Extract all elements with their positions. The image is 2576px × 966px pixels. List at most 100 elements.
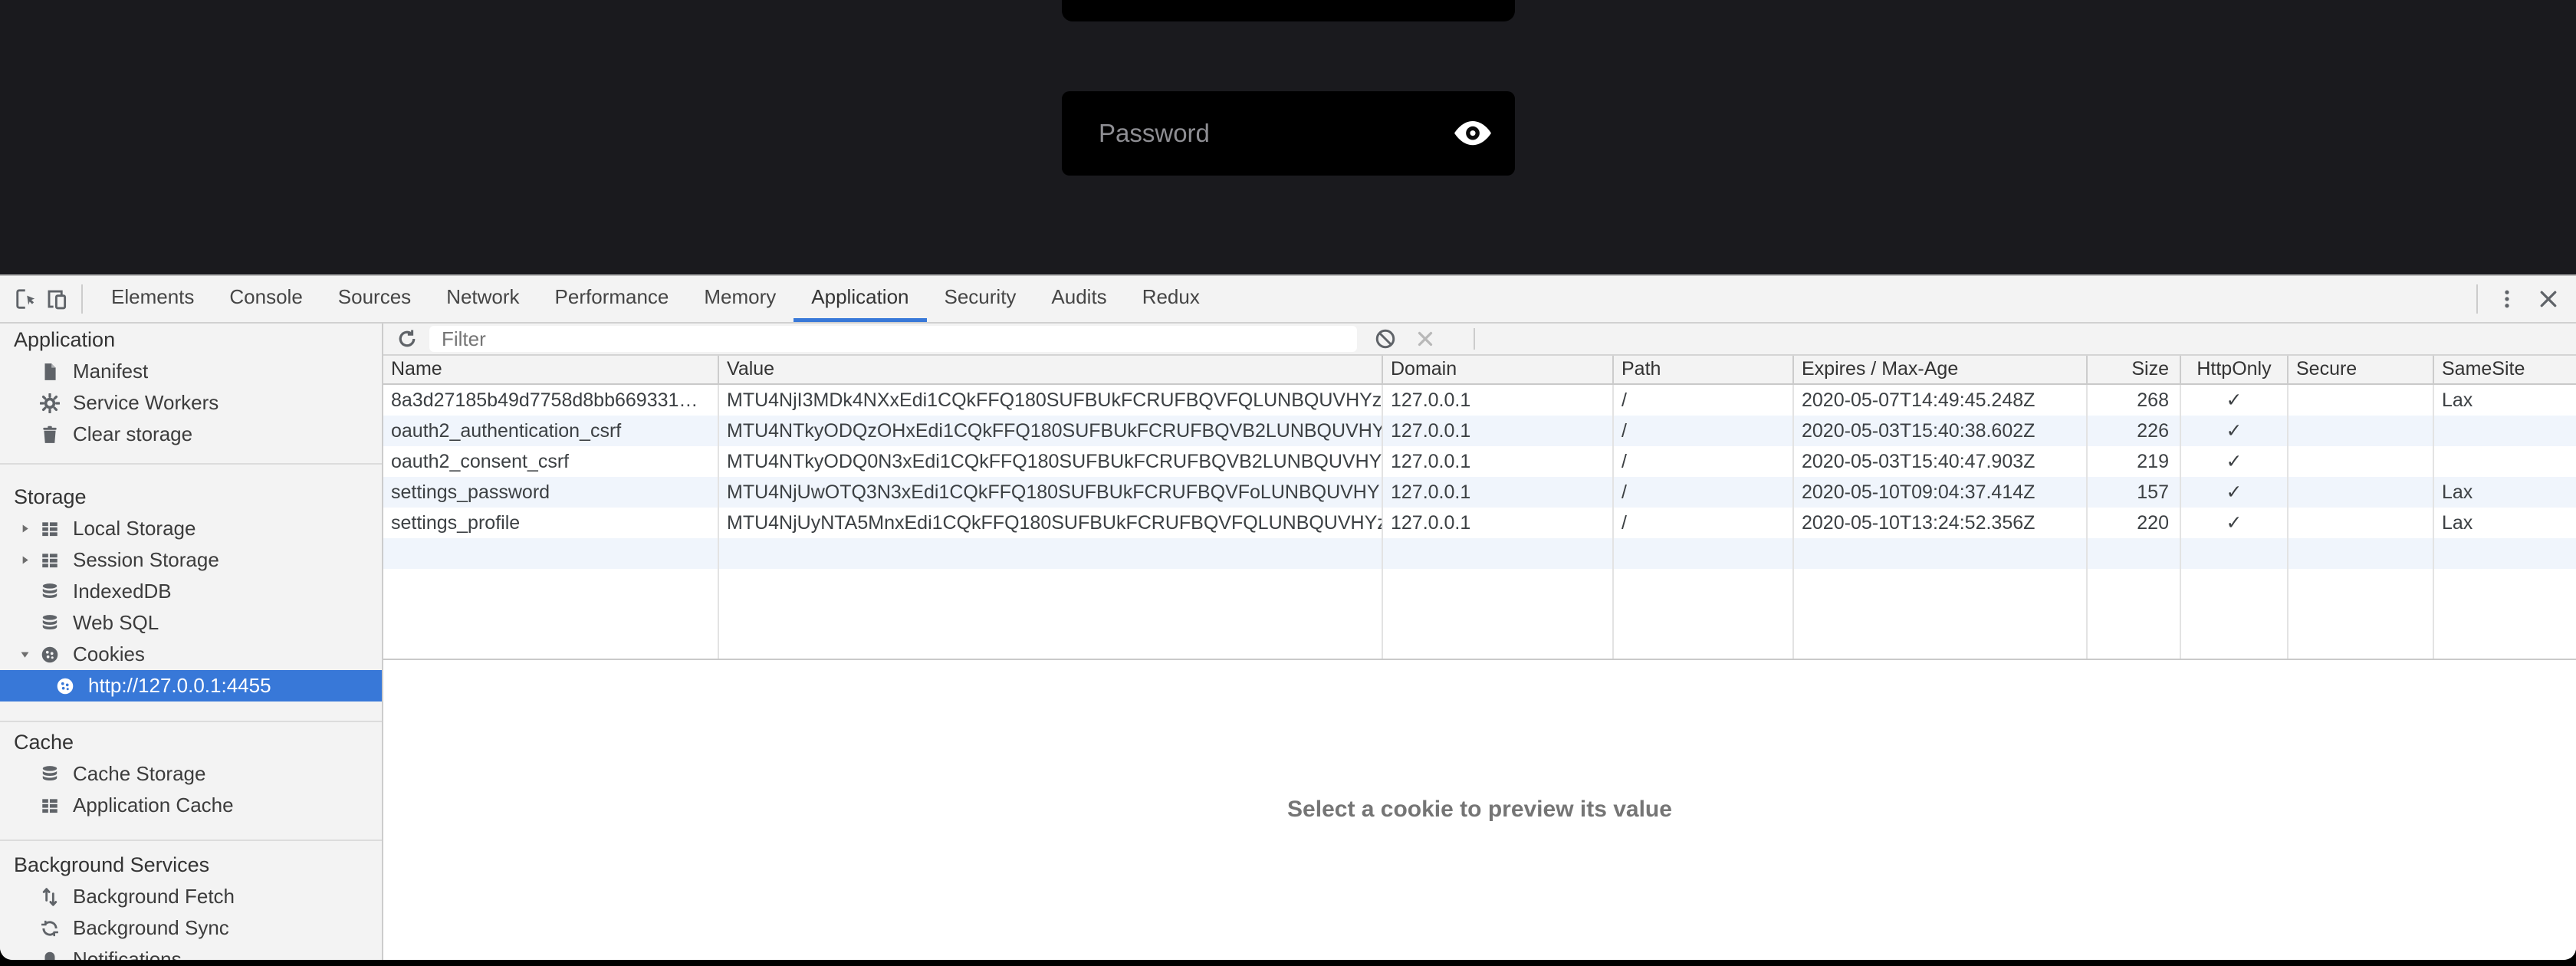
cell-httponly[interactable]: ✓ xyxy=(2181,416,2288,446)
cell-httponly[interactable]: ✓ xyxy=(2181,477,2288,508)
password-field[interactable]: Password xyxy=(1062,91,1515,176)
cell-secure[interactable] xyxy=(2288,446,2434,477)
cell-value[interactable]: MTU4NjUyNTA5MnxEdi1CQkFFQ180SUFBUkFCRUFB… xyxy=(719,508,1383,538)
sidebar-item-background-sync[interactable]: Background Sync xyxy=(0,912,382,944)
cell-name[interactable]: settings_password xyxy=(383,477,719,508)
cell-domain[interactable]: 127.0.0.1 xyxy=(1383,416,1614,446)
sidebar-item-cookies[interactable]: Cookies xyxy=(0,639,382,670)
login-field-cutoff[interactable] xyxy=(1062,0,1515,21)
cell-samesite[interactable]: Lax xyxy=(2434,477,2576,508)
sidebar-item-label: Background Sync xyxy=(73,916,229,940)
tab-network[interactable]: Network xyxy=(429,276,537,322)
tab-sources[interactable]: Sources xyxy=(320,276,429,322)
cell-path[interactable]: / xyxy=(1614,477,1794,508)
tab-application[interactable]: Application xyxy=(794,276,926,322)
cell-samesite[interactable] xyxy=(2434,446,2576,477)
cell-value[interactable]: MTU4NjI3MDk4NXxEdi1CQkFFQ180SUFBUkFCRUFB… xyxy=(719,385,1383,416)
sync-icon xyxy=(40,918,63,938)
cell-value[interactable]: MTU4NTkyODQ0N3xEdi1CQkFFQ180SUFBUkFCRUFB… xyxy=(719,446,1383,477)
tab-performance[interactable]: Performance xyxy=(537,276,687,322)
column-header-expires-max-age[interactable]: Expires / Max-Age xyxy=(1794,356,2088,385)
cell-expires[interactable]: 2020-05-03T15:40:47.903Z xyxy=(1794,446,2088,477)
cell-expires[interactable]: 2020-05-10T09:04:37.414Z xyxy=(1794,477,2088,508)
cell-path[interactable]: / xyxy=(1614,416,1794,446)
cell-value[interactable]: MTU4NTkyODQzOHxEdi1CQkFFQ180SUFBUkFCRUFB… xyxy=(719,416,1383,446)
column-header-value[interactable]: Value xyxy=(719,356,1383,385)
cell-secure[interactable] xyxy=(2288,385,2434,416)
cell-size[interactable]: 157 xyxy=(2088,477,2181,508)
cell-secure[interactable] xyxy=(2288,477,2434,508)
cell-domain[interactable]: 127.0.0.1 xyxy=(1383,477,1614,508)
tab-memory[interactable]: Memory xyxy=(686,276,794,322)
tab-security[interactable]: Security xyxy=(927,276,1034,322)
cell-name[interactable]: oauth2_consent_csrf xyxy=(383,446,719,477)
column-header-secure[interactable]: Secure xyxy=(2288,356,2434,385)
cell-samesite[interactable]: Lax xyxy=(2434,508,2576,538)
preview-hint: Select a cookie to preview its value xyxy=(1287,797,1672,958)
close-devtools-icon[interactable] xyxy=(2533,284,2564,314)
sidebar-item-session-storage[interactable]: Session Storage xyxy=(0,544,382,576)
sidebar-item-local-storage[interactable]: Local Storage xyxy=(0,513,382,544)
cell-secure[interactable] xyxy=(2288,508,2434,538)
sidebar-item-indexeddb[interactable]: IndexedDB xyxy=(0,576,382,607)
cell-expires[interactable]: 2020-05-07T14:49:45.248Z xyxy=(1794,385,2088,416)
tab-console[interactable]: Console xyxy=(212,276,320,322)
cell-domain[interactable]: 127.0.0.1 xyxy=(1383,508,1614,538)
cell-size[interactable]: 220 xyxy=(2088,508,2181,538)
sidebar-item-cache-storage[interactable]: Cache Storage xyxy=(0,758,382,790)
sidebar-item-background-fetch[interactable]: Background Fetch xyxy=(0,881,382,912)
sidebar-item-clear-storage[interactable]: Clear storage xyxy=(0,419,382,450)
tab-elements[interactable]: Elements xyxy=(94,276,212,322)
clear-all-cookies-icon[interactable] xyxy=(1371,324,1400,353)
cell-size[interactable]: 219 xyxy=(2088,446,2181,477)
chevron-right-icon[interactable] xyxy=(18,521,40,537)
cookies-pane: NameValueDomainPathExpires / Max-AgeSize… xyxy=(383,324,2576,960)
delete-selected-icon[interactable] xyxy=(1411,324,1440,353)
cell-httponly[interactable]: ✓ xyxy=(2181,446,2288,477)
sidebar-item-service-workers[interactable]: Service Workers xyxy=(0,387,382,419)
column-header-httponly[interactable]: HttpOnly xyxy=(2181,356,2288,385)
chevron-right-icon[interactable] xyxy=(18,553,40,568)
cell-path[interactable]: / xyxy=(1614,385,1794,416)
cell-path[interactable]: / xyxy=(1614,508,1794,538)
cell-httponly[interactable]: ✓ xyxy=(2181,385,2288,416)
column-header-name[interactable]: Name xyxy=(383,356,719,385)
cell-size[interactable]: 226 xyxy=(2088,416,2181,446)
cell-path[interactable]: / xyxy=(1614,446,1794,477)
cell-samesite[interactable]: Lax xyxy=(2434,385,2576,416)
cell-expires[interactable]: 2020-05-10T13:24:52.356Z xyxy=(1794,508,2088,538)
sidebar-item-application-cache[interactable]: Application Cache xyxy=(0,790,382,821)
cell-domain[interactable]: 127.0.0.1 xyxy=(1383,446,1614,477)
cell-name[interactable]: settings_profile xyxy=(383,508,719,538)
expander-spacer xyxy=(18,921,40,936)
kebab-menu-icon[interactable] xyxy=(2492,284,2522,314)
cell-name[interactable]: 8a3d27185b49d7758d8bb669331… xyxy=(383,385,719,416)
column-header-size[interactable]: Size xyxy=(2088,356,2181,385)
cell-samesite[interactable] xyxy=(2434,416,2576,446)
tab-redux[interactable]: Redux xyxy=(1125,276,1217,322)
tab-audits[interactable]: Audits xyxy=(1033,276,1124,322)
refresh-icon[interactable] xyxy=(393,324,422,353)
cell-expires[interactable]: 2020-05-03T15:40:38.602Z xyxy=(1794,416,2088,446)
sidebar-item-http-127-0-0-1-4455[interactable]: http://127.0.0.1:4455 xyxy=(0,670,382,702)
column-header-path[interactable]: Path xyxy=(1614,356,1794,385)
chevron-down-icon[interactable] xyxy=(18,647,40,662)
service-worker-icon xyxy=(40,393,63,413)
sidebar-item-web-sql[interactable]: Web SQL xyxy=(0,607,382,639)
cell-domain[interactable]: 127.0.0.1 xyxy=(1383,385,1614,416)
cell-value[interactable]: MTU4NjUwOTQ3N3xEdi1CQkFFQ180SUFBUkFCRUFB… xyxy=(719,477,1383,508)
inspect-element-icon[interactable] xyxy=(11,284,41,314)
filter-input[interactable] xyxy=(429,326,1357,352)
column-header-domain[interactable]: Domain xyxy=(1383,356,1614,385)
eye-icon[interactable] xyxy=(1454,120,1492,146)
cell-secure[interactable] xyxy=(2288,416,2434,446)
sidebar-item-manifest[interactable]: Manifest xyxy=(0,356,382,387)
cell-httponly[interactable]: ✓ xyxy=(2181,508,2288,538)
empty-cell xyxy=(2434,538,2576,569)
cell-name[interactable]: oauth2_authentication_csrf xyxy=(383,416,719,446)
cell-size[interactable]: 268 xyxy=(2088,385,2181,416)
sidebar-item-label: Web SQL xyxy=(73,611,159,635)
sidebar-item-notifications[interactable]: Notifications xyxy=(0,944,382,960)
device-toolbar-icon[interactable] xyxy=(41,284,72,314)
column-header-samesite[interactable]: SameSite xyxy=(2434,356,2576,385)
